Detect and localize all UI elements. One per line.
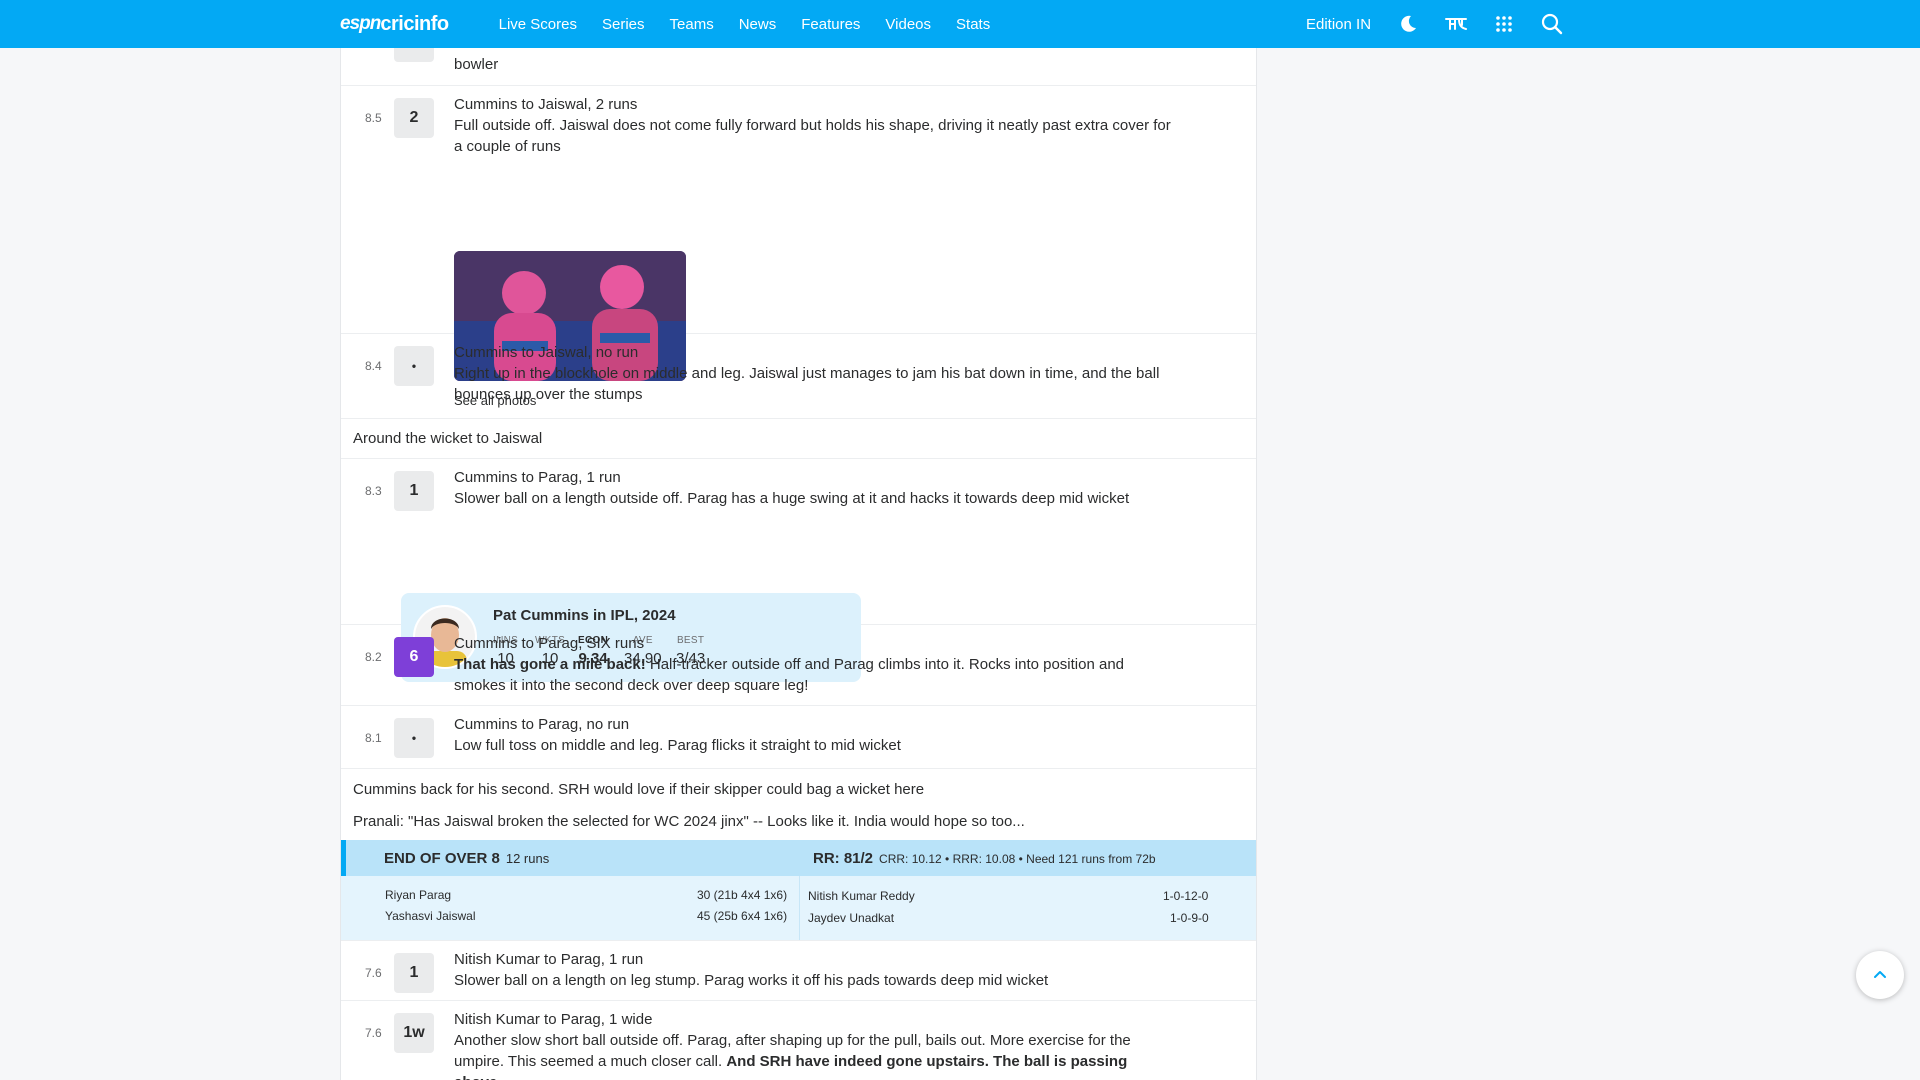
language-icon[interactable] [1444, 12, 1468, 36]
player-card-title: Pat Cummins in IPL, 2024 [493, 607, 676, 624]
ball-result-badge [394, 48, 434, 62]
commentary-text: Another slow short ball outside off. Par… [454, 1030, 1174, 1080]
moon-icon[interactable] [1396, 12, 1420, 36]
logo-cricinfo-text: cricinfo [380, 12, 449, 35]
ball-result-badge: • [394, 718, 434, 758]
bowler-figures: 1-0-12-0 [1163, 889, 1209, 903]
bowler-figures: 1-0-9-0 [1170, 911, 1209, 925]
commentary-row-8-2: 8.2 6 Cummins to Parag, SIX runs That ha… [341, 625, 1256, 706]
scroll-to-top-button[interactable] [1856, 951, 1904, 999]
over-number: 7.6 [365, 966, 382, 980]
commentary-title: Cummins to Jaiswal, 2 runs [454, 96, 638, 113]
commentary-row-partial: bowler [341, 48, 1256, 86]
over-number: 8.4 [365, 359, 382, 373]
bowler-name[interactable]: Nitish Kumar Reddy [808, 889, 915, 903]
commentary-row-8-4: 8.4 • Cummins to Jaiswal, no run Right u… [341, 334, 1256, 419]
logo-espn-text: espn [340, 13, 381, 34]
team-score: RR: 81/2 [813, 850, 874, 867]
batter-figures: 30 (21b 4x4 1x6) [697, 888, 788, 902]
commentary-row-7-6: 7.6 1 Nitish Kumar to Parag, 1 run Slowe… [341, 940, 1256, 1001]
commentary-text-partial: bowler [454, 56, 499, 73]
nav-features[interactable]: Features [801, 16, 860, 33]
apps-grid-icon[interactable] [1492, 12, 1516, 36]
end-of-over-title: END OF OVER 8 12 runs [384, 850, 549, 867]
chevron-up-icon [1874, 971, 1886, 978]
nav-live-scores[interactable]: Live Scores [499, 16, 577, 33]
ball-result-badge: • [394, 346, 434, 386]
commentary-title: Cummins to Parag, SIX runs [454, 635, 645, 652]
end-of-over-score: RR: 81/2 CRR: 10.12 • RRR: 10.08 • Need 1… [813, 850, 1156, 867]
ball-result-badge: 2 [394, 98, 434, 138]
over-number: 8.1 [365, 731, 382, 745]
batter-figures: 45 (25b 6x4 1x6) [697, 909, 788, 923]
commentary-note: Around the wicket to Jaiswal [353, 430, 543, 447]
ball-result-badge: 1 [394, 471, 434, 511]
ball-result-badge-wide: 1w [394, 1013, 434, 1053]
nav-stats[interactable]: Stats [956, 16, 990, 33]
commentary-note-reader: Pranali: "Has Jaiswal broken the selecte… [353, 813, 1025, 830]
commentary-note-row: Around the wicket to Jaiswal [341, 419, 1256, 459]
end-of-over-runs: 12 runs [505, 851, 550, 866]
espncricinfo-logo[interactable]: espn cricinfo [340, 0, 449, 48]
commentary-text: Full outside off. Jaiswal does not come … [454, 117, 1171, 155]
commentary-text: Right up in the blockhole on middle and … [454, 365, 1160, 403]
batter-name[interactable]: Yashasvi Jaiswal [385, 909, 475, 923]
commentary-row-8-1: 8.1 • Cummins to Parag, no run Low full … [341, 706, 1256, 769]
commentary-feed: bowler 8.5 2 Cummins to Jaiswal, 2 runs … [340, 48, 1257, 1080]
commentary-title: Cummins to Parag, no run [454, 716, 630, 733]
over-number: 8.5 [365, 111, 382, 125]
commentary-title: Cummins to Parag, 1 run [454, 469, 621, 486]
nav-videos[interactable]: Videos [885, 16, 931, 33]
commentary-text: Slower ball on a length outside off. Par… [454, 490, 1130, 507]
over-number: 7.6 [365, 1026, 382, 1040]
commentary-row-7-6-wide: 7.6 1w Nitish Kumar to Parag, 1 wide Ano… [341, 1001, 1256, 1080]
over-number: 8.3 [365, 484, 382, 498]
commentary-title: Cummins to Jaiswal, no run [454, 344, 639, 361]
commentary-text: That has gone a mile back! Half-tracker … [454, 654, 1174, 696]
nav-news[interactable]: News [739, 16, 777, 33]
top-navigation-bar: espn cricinfo Live Scores Series Teams N… [0, 0, 1920, 48]
commentary-title: Nitish Kumar to Parag, 1 run [454, 951, 644, 968]
end-of-over-label: END OF OVER 8 [384, 850, 500, 867]
over-number: 8.2 [365, 650, 382, 664]
end-of-over-header: END OF OVER 8 12 runs RR: 81/2 CRR: 10.12 … [341, 840, 1256, 876]
search-icon[interactable] [1540, 12, 1564, 36]
edition-selector[interactable]: Edition IN [1306, 16, 1371, 33]
batter-name[interactable]: Riyan Parag [385, 888, 451, 902]
commentary-text: Low full toss on middle and leg. Parag f… [454, 737, 901, 754]
summary-divider [799, 876, 800, 940]
nav-teams[interactable]: Teams [670, 16, 714, 33]
ball-result-badge: 1 [394, 953, 434, 993]
nav-series[interactable]: Series [602, 16, 645, 33]
commentary-text-bold: That has gone a mile back! [454, 656, 646, 673]
end-of-over-summary: END OF OVER 8 12 runs RR: 81/2 CRR: 10.12 … [341, 840, 1256, 940]
ball-result-badge-six: 6 [394, 637, 434, 677]
commentary-row-8-5: 8.5 2 Cummins to Jaiswal, 2 runs Full ou… [341, 86, 1256, 408]
bowler-name[interactable]: Jaydev Unadkat [808, 911, 894, 925]
commentary-note: Cummins back for his second. SRH would l… [353, 781, 925, 798]
commentary-title: Nitish Kumar to Parag, 1 wide [454, 1011, 653, 1028]
commentary-row-8-3: 8.3 1 Cummins to Parag, 1 run Slower bal… [341, 459, 1256, 682]
run-rates: CRR: 10.12 • RRR: 10.08 • Need 121 runs … [879, 852, 1156, 866]
commentary-text: Slower ball on a length on leg stump. Pa… [454, 972, 1049, 989]
